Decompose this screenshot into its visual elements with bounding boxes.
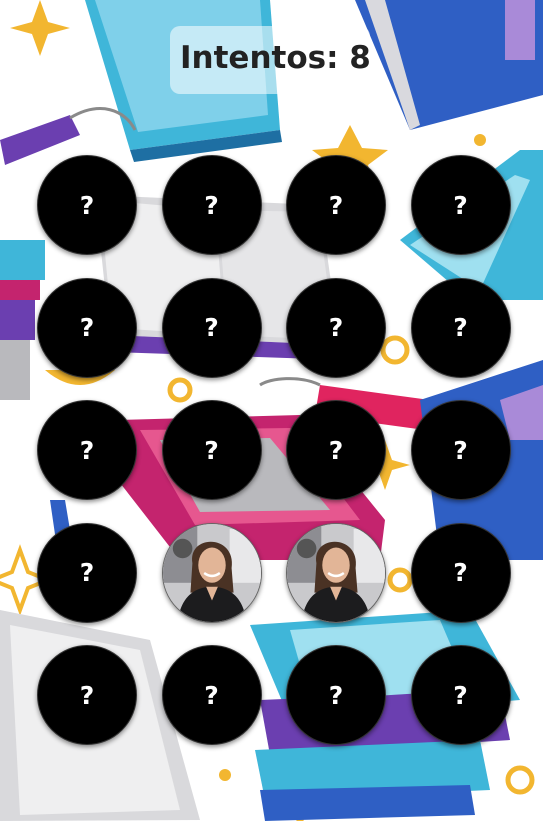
question-mark: ? xyxy=(79,558,95,587)
memory-card-hidden[interactable]: ? xyxy=(37,155,137,255)
memory-card-hidden[interactable]: ? xyxy=(410,400,511,500)
memory-card-hidden[interactable]: ? xyxy=(410,645,511,745)
question-mark: ? xyxy=(79,313,95,342)
woman-portrait-image xyxy=(162,523,261,622)
question-mark: ? xyxy=(328,190,344,220)
question-mark: ? xyxy=(453,558,468,587)
memory-board: ????????????? ????? xyxy=(37,155,513,745)
question-mark: ? xyxy=(204,190,219,220)
memory-card-hidden[interactable]: ? xyxy=(410,155,511,255)
memory-card-hidden[interactable]: ? xyxy=(37,522,137,623)
question-mark: ? xyxy=(204,313,219,342)
memory-card-hidden[interactable]: ? xyxy=(161,277,262,378)
attempts-counter: Intentos: 8 xyxy=(180,40,371,76)
memory-card-revealed[interactable] xyxy=(286,522,386,623)
memory-card-revealed[interactable] xyxy=(161,522,262,623)
memory-card-hidden[interactable]: ? xyxy=(410,522,511,623)
question-mark: ? xyxy=(79,190,95,220)
question-mark: ? xyxy=(453,190,468,220)
question-mark: ? xyxy=(204,435,219,465)
memory-card-hidden[interactable]: ? xyxy=(37,400,137,500)
memory-card-hidden[interactable]: ? xyxy=(286,277,386,378)
memory-card-hidden[interactable]: ? xyxy=(161,155,262,255)
memory-card-hidden[interactable]: ? xyxy=(161,645,262,745)
star-illustration xyxy=(10,0,70,56)
question-mark: ? xyxy=(453,435,468,465)
memory-card-hidden[interactable]: ? xyxy=(37,277,137,378)
woman-portrait-image xyxy=(287,523,385,622)
book-illustration xyxy=(355,0,543,130)
question-mark: ? xyxy=(453,680,468,710)
memory-card-hidden[interactable]: ? xyxy=(410,277,511,378)
question-mark: ? xyxy=(328,313,344,342)
memory-card-hidden[interactable]: ? xyxy=(37,645,137,745)
memory-card-hidden[interactable]: ? xyxy=(286,645,386,745)
question-mark: ? xyxy=(453,313,468,342)
question-mark: ? xyxy=(328,680,344,710)
question-mark: ? xyxy=(79,680,95,710)
memory-card-hidden[interactable]: ? xyxy=(161,400,262,500)
question-mark: ? xyxy=(328,435,344,465)
memory-card-hidden[interactable]: ? xyxy=(286,400,386,500)
question-mark: ? xyxy=(204,680,219,710)
question-mark: ? xyxy=(79,435,95,465)
memory-card-hidden[interactable]: ? xyxy=(286,155,386,255)
